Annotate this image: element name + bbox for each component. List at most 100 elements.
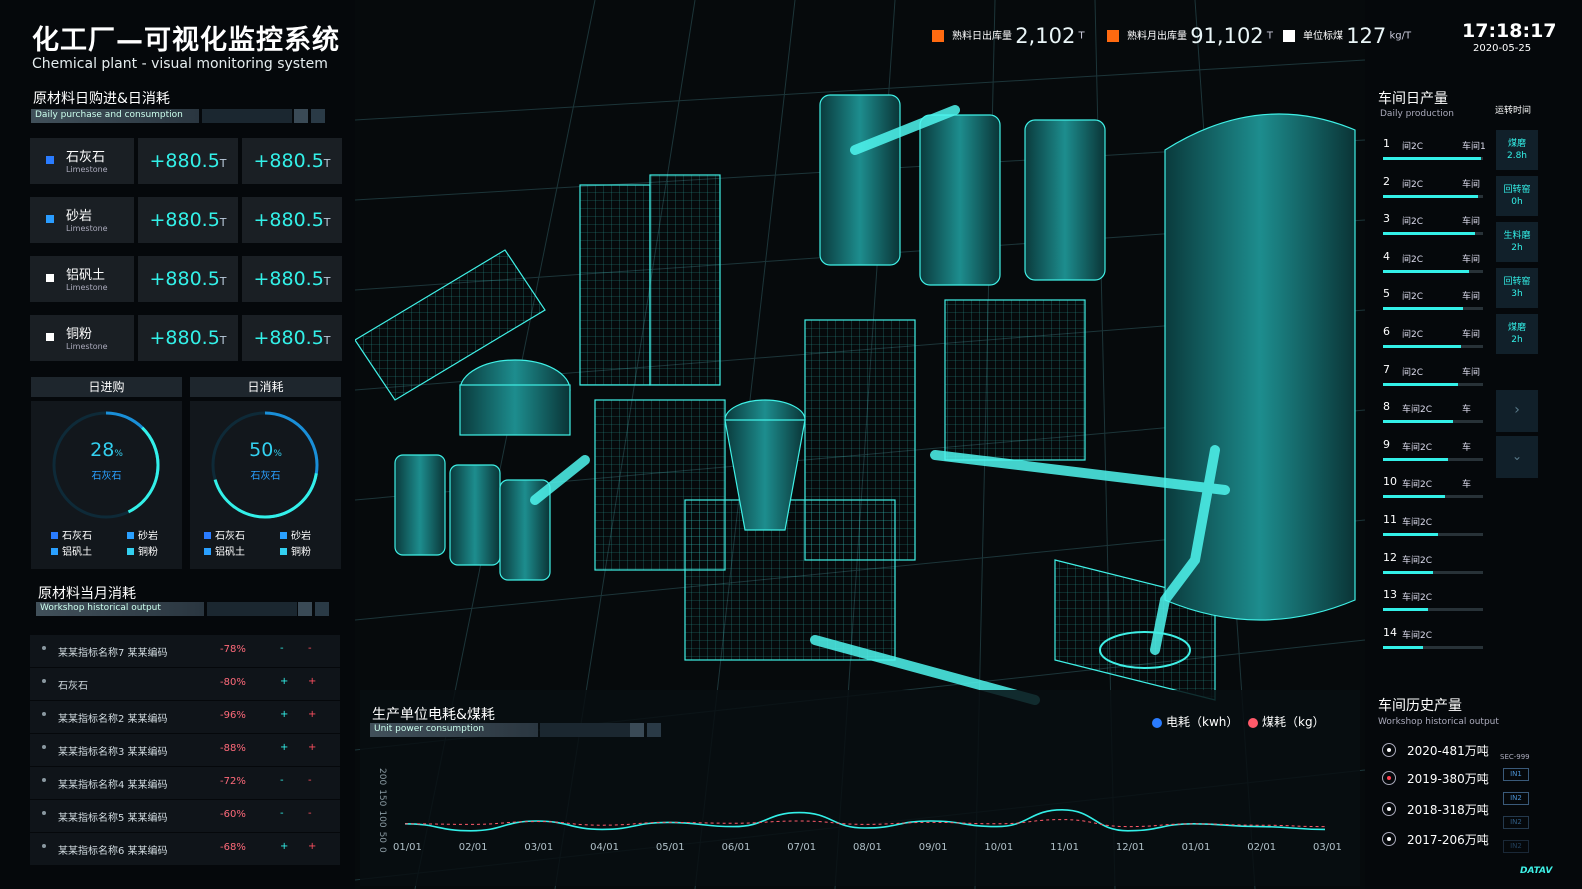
- production-rank: 14: [1383, 625, 1397, 639]
- production-rank: 10: [1383, 475, 1397, 489]
- x-axis-tick: 07/01: [787, 842, 816, 853]
- production-bar-fill: [1383, 570, 1433, 574]
- legend-swatch: [204, 548, 211, 555]
- consumption-row[interactable]: 某某指标名称4 某某编码 -72% - -: [30, 767, 340, 799]
- production-rank: 3: [1383, 212, 1390, 226]
- production-workshop: 车: [1462, 442, 1472, 453]
- bullet-icon: [42, 679, 46, 683]
- production-row[interactable]: 13 车间2C: [1380, 588, 1490, 626]
- consumption-row[interactable]: 某某指标名称5 某某编码 -60% - -: [30, 800, 340, 832]
- x-axis-tick: 12/01: [1116, 842, 1145, 853]
- monthly-section-title: 原材料当月消耗: [38, 586, 136, 602]
- production-rank: 12: [1383, 550, 1397, 564]
- production-row[interactable]: 9 车间2C 车: [1380, 438, 1490, 476]
- production-rank: 13: [1383, 588, 1397, 602]
- x-axis-tick: 03/01: [1313, 842, 1342, 853]
- legend-swatch: [127, 532, 134, 539]
- bullet-icon: [42, 646, 46, 650]
- history-year-item[interactable]: 2017-206万吨: [1380, 829, 1510, 857]
- history-year-item[interactable]: 2020-481万吨: [1380, 740, 1510, 768]
- production-row[interactable]: 4 间2C 车间: [1380, 250, 1490, 288]
- runtime-tab[interactable]: 煤磨 2h: [1496, 314, 1538, 354]
- section-bar-block: [630, 723, 644, 737]
- x-axis-tick: 01/01: [393, 842, 422, 853]
- history-year-item[interactable]: 2019-380万吨: [1380, 768, 1510, 796]
- production-name: 车间2C: [1402, 405, 1433, 416]
- daily-section-title: 原材料日购进&日消耗: [33, 91, 170, 107]
- stat-value: 2,102: [1015, 24, 1076, 48]
- gauge-label: 石灰石: [91, 471, 122, 482]
- material-name-cell: 铜粉 Limestone: [30, 315, 134, 361]
- production-row[interactable]: 3 间2C 车间: [1380, 212, 1490, 250]
- gauge-header-consumption: 日消耗: [190, 377, 341, 397]
- series-power-line: [404, 808, 1326, 832]
- consumption-row[interactable]: 石灰石 -80% + +: [30, 668, 340, 700]
- stat-unit: T: [1266, 30, 1273, 42]
- production-bar-fill: [1383, 232, 1475, 236]
- stat-daily-outbound: 熟料日出库量 2,102 T: [932, 24, 1085, 48]
- stat-unit: T: [1078, 30, 1085, 42]
- production-name: 间2C: [1402, 142, 1424, 152]
- chart-legend-coal: 煤耗（kg）: [1248, 713, 1325, 730]
- production-row[interactable]: 2 间2C 车间: [1380, 175, 1490, 213]
- material-row[interactable]: 铜粉 Limestone +880.5T +880.5T: [30, 315, 342, 361]
- runtime-tab[interactable]: 生料磨 2h: [1496, 222, 1538, 262]
- production-name: 车间2C: [1402, 518, 1433, 528]
- production-row[interactable]: 6 间2C 车间: [1380, 325, 1490, 363]
- gauge-consumption: 50% 石灰石 石灰石 砂岩 铝矾土 铜粉: [190, 401, 341, 569]
- runtime-tab[interactable]: 回转窑 3h: [1496, 268, 1538, 308]
- legend-item: 石灰石: [204, 527, 245, 542]
- production-row[interactable]: 11 车间2C: [1380, 513, 1490, 551]
- material-color-marker: [46, 215, 54, 223]
- production-workshop: 车间: [1462, 330, 1481, 340]
- production-name: 间2C: [1402, 179, 1424, 190]
- stat-unit-coal: 单位标煤 127 kg/T: [1283, 24, 1411, 48]
- monthly-section-header: Workshop historical output: [36, 602, 204, 616]
- section-bar: [202, 109, 292, 123]
- consumption-row[interactable]: 某某指标名称7 某某编码 -78% - -: [30, 635, 340, 667]
- runtime-tab[interactable]: 回转窑 0h: [1496, 176, 1538, 216]
- chevron-right-icon[interactable]: ›: [1496, 390, 1538, 432]
- production-row[interactable]: 7 间2C 车间: [1380, 363, 1490, 401]
- production-row[interactable]: 10 车间2C 车: [1380, 475, 1490, 513]
- material-out-value: +880.5T: [242, 197, 342, 243]
- production-bar-fill: [1383, 645, 1423, 649]
- gauge-value: 50%: [249, 439, 282, 461]
- material-row[interactable]: 砂岩 Limestone +880.5T +880.5T: [30, 197, 342, 243]
- production-workshop: 车间: [1462, 179, 1481, 190]
- chart-title: 生产单位电耗&煤耗: [372, 707, 495, 723]
- x-axis-tick: 03/01: [524, 842, 553, 853]
- production-bar-fill: [1383, 495, 1445, 499]
- production-row[interactable]: 5 间2C 车间: [1380, 287, 1490, 325]
- production-name: 间2C: [1402, 330, 1424, 340]
- runtime-tab[interactable]: 煤磨 2.8h: [1496, 130, 1538, 170]
- legend-item: 砂岩: [280, 527, 311, 542]
- x-axis-tick: 11/01: [1050, 842, 1079, 853]
- production-row[interactable]: 14 车间2C: [1380, 626, 1490, 664]
- stat-monthly-outbound: 熟料月出库量 91,102 T: [1107, 24, 1273, 48]
- consumption-row[interactable]: 某某指标名称6 某某编码 -68% + +: [30, 833, 340, 865]
- production-row[interactable]: 1 间2C 车间1: [1380, 137, 1490, 175]
- chevron-down-icon[interactable]: ⌄: [1496, 436, 1538, 478]
- consumption-row[interactable]: 某某指标名称2 某某编码 -96% + +: [30, 701, 340, 733]
- production-name: 车间2C: [1402, 630, 1433, 641]
- bullet-icon: [42, 844, 46, 848]
- consumption-row[interactable]: 某某指标名称3 某某编码 -88% + +: [30, 734, 340, 766]
- gauge-label: 石灰石: [250, 471, 281, 482]
- legend-swatch: [280, 532, 287, 539]
- stat-unit: kg/T: [1389, 30, 1412, 42]
- material-out-value: +880.5T: [242, 138, 342, 184]
- section-bar-block: [311, 109, 325, 123]
- material-row[interactable]: 石灰石 Limestone +880.5T +880.5T: [30, 138, 342, 184]
- history-year-item[interactable]: 2018-318万吨: [1380, 799, 1510, 827]
- radio-icon: [1382, 771, 1396, 785]
- section-bar-block: [294, 109, 308, 123]
- production-row[interactable]: 8 车间2C 车: [1380, 400, 1490, 438]
- mini-tag: IN2: [1503, 816, 1529, 829]
- production-row[interactable]: 12 车间2C: [1380, 551, 1490, 589]
- production-rank: 1: [1383, 137, 1390, 150]
- bullet-icon: [42, 745, 46, 749]
- material-in-value: +880.5T: [138, 256, 238, 302]
- y-axis-tick-labels: 200150100500: [377, 768, 387, 853]
- material-row[interactable]: 铝矾土 Limestone +880.5T +880.5T: [30, 256, 342, 302]
